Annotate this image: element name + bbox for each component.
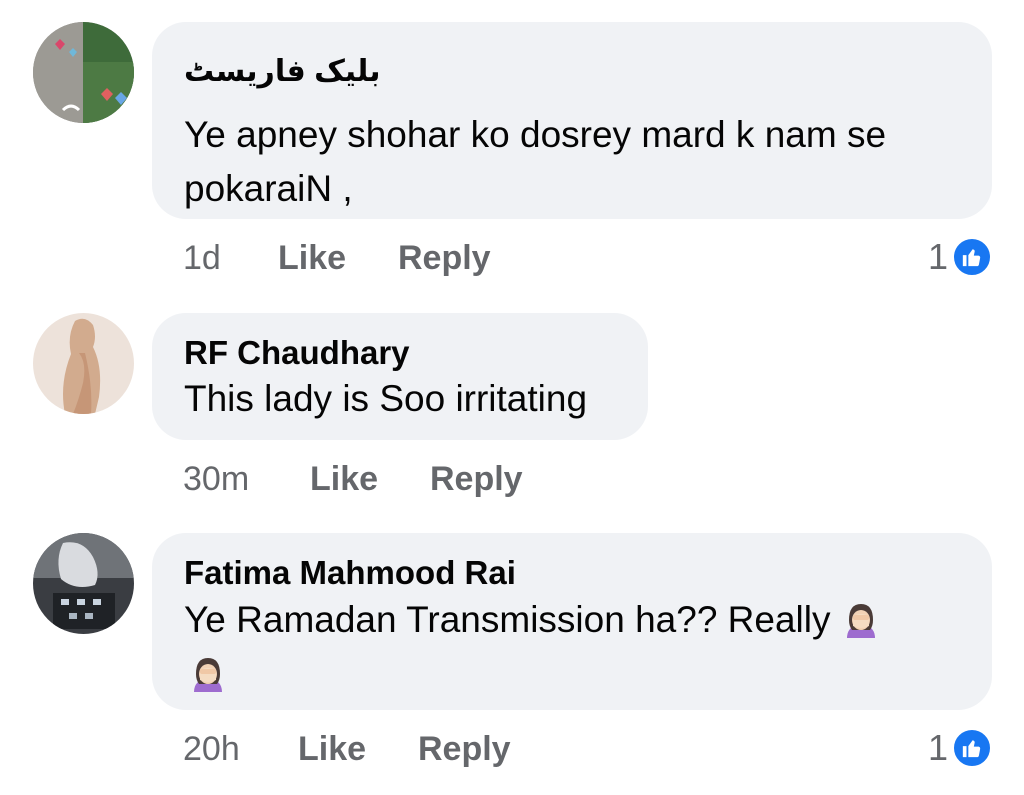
avatar[interactable] xyxy=(33,313,134,414)
avatar[interactable] xyxy=(33,22,134,123)
comment-time[interactable]: 20h xyxy=(183,729,240,769)
thumbs-up-icon xyxy=(952,237,992,277)
reaction-summary[interactable]: 1 xyxy=(928,727,992,769)
comment-author[interactable]: بلیک فاریسٹ xyxy=(184,52,960,92)
comment-text: Ye apney shohar ko dosrey mard k nam se … xyxy=(184,114,887,209)
avatar-image xyxy=(33,313,134,414)
avatar-image xyxy=(33,533,134,634)
comment-author[interactable]: RF Chaudhary xyxy=(184,333,616,373)
like-button[interactable]: Like xyxy=(310,459,378,499)
comment-author[interactable]: Fatima Mahmood Rai xyxy=(184,553,960,593)
thumbs-up-icon xyxy=(952,728,992,768)
like-button[interactable]: Like xyxy=(298,729,366,769)
comment-time[interactable]: 1d xyxy=(183,238,221,278)
reply-button[interactable]: Reply xyxy=(418,729,511,769)
avatar[interactable] xyxy=(33,533,134,634)
comment-bubble: Fatima Mahmood Rai Ye Ramadan Transmissi… xyxy=(152,533,992,710)
avatar-image xyxy=(33,22,134,123)
reaction-count: 1 xyxy=(927,236,948,277)
reaction-summary[interactable]: 1 xyxy=(928,236,992,278)
like-button[interactable]: Like xyxy=(278,238,346,278)
face-palm-emoji xyxy=(841,600,881,640)
comment-time[interactable]: 30m xyxy=(183,459,249,499)
reaction-count: 1 xyxy=(927,727,948,768)
comment-bubble: بلیک فاریسٹ Ye apney shohar ko dosrey ma… xyxy=(152,22,992,219)
reply-button[interactable]: Reply xyxy=(430,459,523,499)
comment-bubble: RF Chaudhary This lady is Soo irritating xyxy=(152,313,648,440)
reply-button[interactable]: Reply xyxy=(398,238,491,278)
comment-text: This lady is Soo irritating xyxy=(184,378,588,419)
face-palm-emoji xyxy=(188,654,228,694)
comment-text: Ye Ramadan Transmission ha?? Really xyxy=(184,593,960,701)
